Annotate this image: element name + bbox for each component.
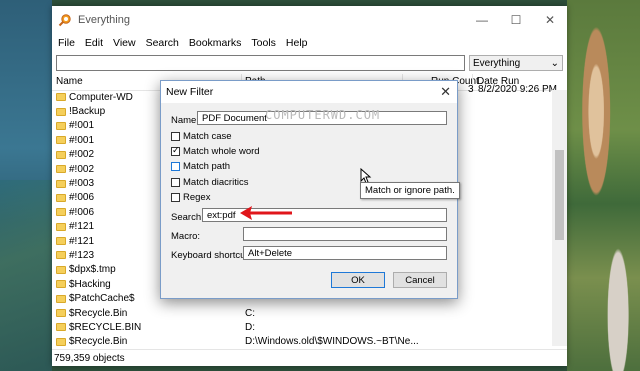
folder-icon (56, 93, 66, 102)
list-item[interactable]: $Recycle.Bin D:\Windows.old\$WINDOWS.~BT\… (52, 335, 552, 349)
menu-file[interactable]: File (54, 37, 79, 49)
close-button[interactable]: ✕ (533, 6, 567, 34)
scrollbar-thumb[interactable] (555, 150, 564, 240)
menu-edit[interactable]: Edit (81, 37, 107, 49)
checkbox-label: Match path (183, 161, 230, 172)
column-name[interactable]: Name (56, 76, 83, 87)
macro-field[interactable] (243, 227, 447, 241)
tooltip: Match or ignore path. (360, 182, 460, 199)
folder-icon (56, 165, 66, 174)
list-item[interactable]: $Recycle.Bin C: (52, 306, 552, 320)
match-whole-word-checkbox[interactable]: Match whole word (171, 145, 260, 157)
menu-bar: File Edit View Search Bookmarks Tools He… (52, 34, 567, 52)
folder-icon (56, 309, 66, 318)
dialog-title: New Filter (166, 86, 214, 98)
search-input[interactable] (56, 55, 465, 71)
object-count: 759,359 objects (54, 352, 125, 364)
dialog-close-icon[interactable]: ✕ (440, 84, 451, 100)
status-bar: 759,359 objects (52, 349, 567, 366)
watermark-text: COMPUTERWD.COM (265, 108, 381, 122)
item-name: $RECYCLE.BIN (69, 321, 142, 333)
item-path: D:\Windows.old\$WINDOWS.~BT\Ne... (245, 336, 419, 348)
checkbox-box (171, 178, 180, 187)
chevron-down-icon: ⌄ (550, 57, 559, 69)
checkbox-box (171, 145, 180, 156)
macro-label: Macro: (171, 231, 201, 242)
match-diacritics-checkbox[interactable]: Match diacritics (171, 177, 248, 188)
folder-icon (56, 294, 66, 303)
folder-icon (56, 136, 66, 145)
item-name: $Recycle.Bin (69, 336, 128, 348)
dialog-body: Name: PDF Document Match case Match whol… (161, 103, 457, 298)
desktop-background-left (0, 0, 52, 371)
menu-bookmarks[interactable]: Bookmarks (185, 37, 246, 49)
match-path-checkbox[interactable]: Match path (171, 161, 230, 172)
item-path: C: (245, 307, 255, 319)
magnifier-app-icon (58, 14, 71, 27)
search-row: Everything ⌄ (52, 52, 567, 74)
title-bar: Everything — ☐ ✕ (52, 6, 567, 34)
keyboard-shortcut-field[interactable]: Alt+Delete (243, 246, 447, 260)
folder-icon (56, 337, 66, 346)
name-label: Name: (171, 115, 199, 126)
folder-icon (56, 251, 66, 260)
folder-icon (56, 193, 66, 202)
menu-tools[interactable]: Tools (247, 37, 280, 49)
folder-icon (56, 208, 66, 217)
checkbox-label: Regex (183, 192, 211, 203)
desktop-background-right (567, 0, 640, 371)
checkbox-box (171, 193, 180, 202)
folder-icon (56, 222, 66, 231)
folder-icon (56, 121, 66, 130)
checkbox-label: Match diacritics (183, 177, 249, 188)
folder-icon (56, 179, 66, 188)
checkbox-box (171, 132, 180, 141)
minimize-button[interactable]: — (465, 6, 499, 34)
red-arrow-annotation-icon (240, 206, 292, 220)
folder-icon (56, 107, 66, 116)
item-path: D: (245, 321, 255, 333)
menu-view[interactable]: View (109, 37, 140, 49)
menu-search[interactable]: Search (142, 37, 183, 49)
folder-icon (56, 265, 66, 274)
keyboard-shortcut-label: Keyboard shortcut: (171, 250, 251, 261)
ok-button[interactable]: OK (331, 272, 385, 288)
filter-dropdown[interactable]: Everything ⌄ (469, 55, 563, 71)
menu-help[interactable]: Help (282, 37, 312, 49)
filter-selected-value: Everything (473, 57, 521, 69)
cancel-button[interactable]: Cancel (393, 272, 447, 288)
checkbox-box (171, 162, 180, 171)
folder-icon (56, 323, 66, 332)
search-label: Search: (171, 212, 204, 223)
maximize-button[interactable]: ☐ (499, 6, 533, 34)
folder-icon (56, 280, 66, 289)
checkbox-label: Match case (183, 131, 232, 142)
vertical-scrollbar[interactable] (552, 90, 567, 346)
checkbox-label: Match whole word (183, 146, 260, 157)
item-name: $Recycle.Bin (69, 307, 128, 319)
list-item[interactable]: $RECYCLE.BIN D: (52, 320, 552, 334)
dialog-title-bar: New Filter (161, 81, 457, 103)
folder-icon (56, 237, 66, 246)
folder-icon (56, 150, 66, 159)
window-title: Everything (78, 14, 130, 26)
match-case-checkbox[interactable]: Match case (171, 131, 232, 142)
regex-checkbox[interactable]: Regex (171, 192, 210, 203)
